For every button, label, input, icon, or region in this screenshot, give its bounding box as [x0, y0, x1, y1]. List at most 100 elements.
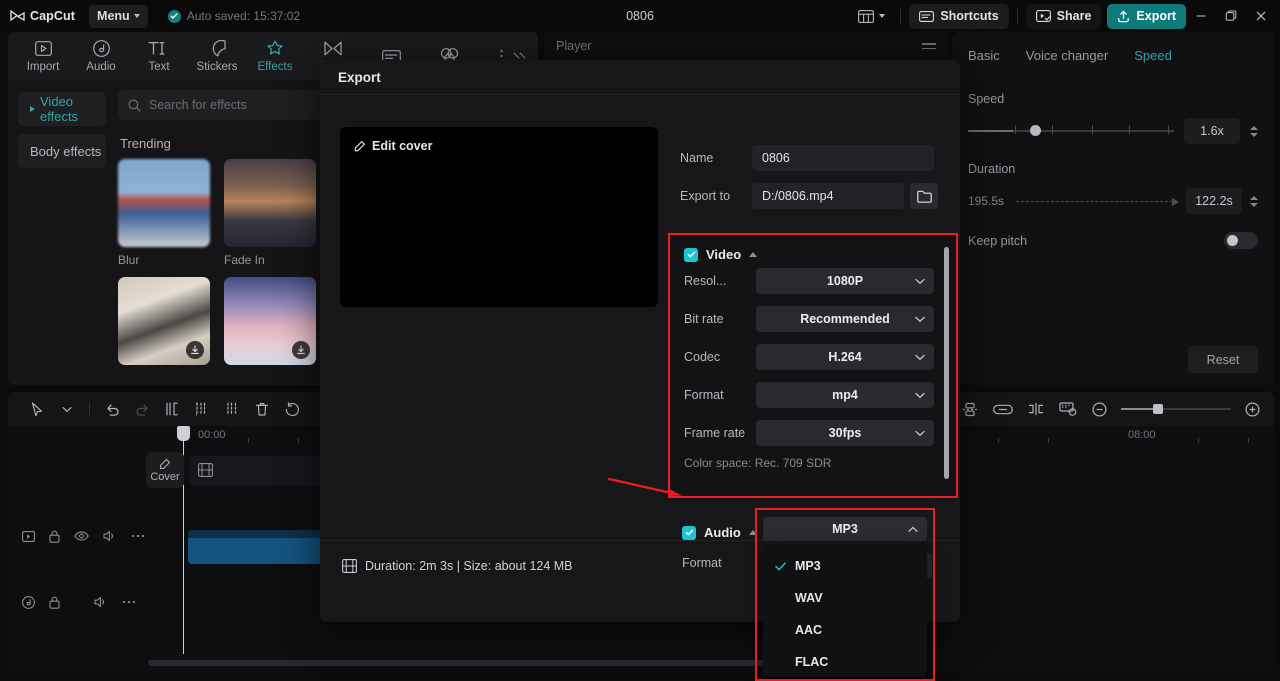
effect-thumbnail [118, 277, 210, 365]
properties-tabs: Basic Voice changer Speed [952, 32, 1274, 78]
speed-stepper[interactable] [1250, 125, 1258, 137]
minimize-button[interactable] [1186, 0, 1216, 32]
volume-icon[interactable] [103, 530, 117, 542]
name-label: Name [680, 151, 714, 165]
tab-import[interactable]: Import [14, 40, 72, 73]
audio-enabled-checkbox[interactable] [682, 525, 696, 540]
video-section-scrollbar[interactable] [944, 247, 949, 479]
framerate-select[interactable]: 30fps [756, 420, 934, 446]
keep-pitch-toggle[interactable] [1224, 232, 1258, 249]
preview-icon[interactable] [22, 530, 35, 542]
chevron-down-icon[interactable] [1250, 132, 1258, 137]
delete-icon[interactable] [247, 402, 277, 417]
edit-cover-button[interactable]: Edit cover [340, 127, 658, 153]
timeline-hscrollbar[interactable] [148, 660, 788, 666]
tab-voice-changer[interactable]: Voice changer [1026, 48, 1108, 63]
export-path-input[interactable]: D:/0806.mp4 [752, 183, 904, 209]
resolution-select[interactable]: 1080P [756, 268, 934, 294]
split-icon[interactable] [157, 402, 187, 416]
folder-icon[interactable] [910, 183, 938, 209]
capcut-window: CapCut Menu Auto saved: 15:37:02 0806 Sh… [0, 0, 1280, 681]
speed-row: 1.6x [968, 118, 1258, 144]
more-icon[interactable] [131, 534, 145, 538]
cover-preview[interactable]: Edit cover [340, 127, 658, 307]
name-field-row: Name 0806 [680, 145, 934, 171]
link-icon[interactable] [993, 404, 1013, 415]
autosave-status: Auto saved: 15:37:02 [167, 9, 300, 23]
reset-button[interactable]: Reset [1188, 346, 1258, 373]
eye-icon[interactable] [74, 531, 89, 541]
titlebar-actions: Shortcuts Share Export [851, 0, 1280, 32]
bitrate-select[interactable]: Recommended [756, 306, 934, 332]
duration-value-input[interactable]: 122.2s [1186, 188, 1242, 214]
duration-label: Duration [968, 162, 1016, 176]
keyboard-icon [919, 10, 935, 22]
tab-speed[interactable]: Speed [1134, 48, 1172, 63]
effect-card[interactable]: Blur [118, 159, 210, 267]
upload-icon [1117, 10, 1130, 23]
zoom-out-icon[interactable] [1092, 401, 1107, 417]
tab-text[interactable]: Text [130, 40, 188, 73]
effect-card[interactable] [224, 277, 316, 371]
bitrate-value: Recommended [800, 312, 890, 326]
more-icon[interactable] [122, 600, 136, 604]
effect-card[interactable] [118, 277, 210, 371]
download-icon[interactable] [292, 341, 310, 359]
share-icon [1035, 10, 1051, 22]
volume-icon[interactable] [94, 596, 108, 608]
speed-slider[interactable] [968, 122, 1174, 140]
split-right-icon[interactable] [217, 402, 247, 416]
reverse-icon[interactable] [277, 401, 307, 417]
split-left-icon[interactable] [187, 402, 217, 416]
text-ti-icon [148, 40, 170, 58]
duration-stepper[interactable] [1250, 195, 1258, 207]
cover-button[interactable]: Cover [146, 452, 184, 488]
video-format-select[interactable]: mp4 [756, 382, 934, 408]
resolution-label: Resol... [684, 274, 727, 288]
chevron-up-icon[interactable] [749, 252, 758, 257]
hamburger-icon[interactable] [922, 40, 936, 52]
tab-basic[interactable]: Basic [968, 48, 1000, 63]
freeze-icon[interactable] [1027, 402, 1045, 416]
layout-button[interactable] [851, 6, 892, 27]
mirror-icon[interactable] [961, 402, 979, 417]
chevron-down-icon [915, 278, 925, 285]
audio-track-controls [8, 590, 136, 614]
lock-icon[interactable] [49, 596, 60, 609]
undo-icon[interactable] [97, 403, 127, 416]
share-button[interactable]: Share [1025, 3, 1102, 29]
tab-audio[interactable]: Audio [72, 40, 130, 73]
duration-original: 195.5s [968, 194, 1005, 208]
maximize-button[interactable] [1216, 0, 1246, 32]
audio-clock-icon[interactable] [22, 595, 35, 609]
export-button[interactable]: Export [1107, 3, 1186, 29]
close-button[interactable] [1246, 0, 1276, 32]
chevron-up-icon[interactable] [1250, 195, 1258, 200]
effect-card[interactable]: Fade In [224, 159, 316, 267]
crop-icon[interactable] [1059, 401, 1078, 417]
zoom-in-icon[interactable] [1245, 401, 1260, 417]
chevron-up-icon[interactable] [1250, 125, 1258, 130]
chevron-down-icon[interactable] [52, 406, 82, 413]
shortcuts-label: Shortcuts [940, 9, 999, 23]
menu-label: Menu [97, 9, 130, 23]
select-arrow-icon[interactable] [22, 401, 52, 417]
download-icon[interactable] [186, 341, 204, 359]
sidebar-item-body-effects[interactable]: Body effects [18, 134, 106, 168]
speed-value-input[interactable]: 1.6x [1184, 118, 1240, 144]
shortcuts-button[interactable]: Shortcuts [909, 3, 1009, 29]
menu-button[interactable]: Menu [89, 4, 148, 28]
tab-effects[interactable]: Effects [246, 40, 304, 73]
chevron-down-icon [915, 316, 925, 323]
video-enabled-checkbox[interactable] [684, 247, 698, 262]
codec-select[interactable]: H.264 [756, 344, 934, 370]
app-logo: CapCut [10, 9, 75, 23]
name-input[interactable]: 0806 [752, 145, 934, 171]
chevron-down-icon[interactable] [1250, 202, 1258, 207]
ruler-time-label: 08:00 [1128, 429, 1156, 441]
slider-knob[interactable] [1029, 125, 1041, 136]
timeline-zoom-slider[interactable] [1121, 402, 1231, 416]
sidebar-item-video-effects[interactable]: Video effects [18, 92, 106, 126]
tab-stickers[interactable]: Stickers [188, 40, 246, 73]
lock-icon[interactable] [49, 530, 60, 543]
